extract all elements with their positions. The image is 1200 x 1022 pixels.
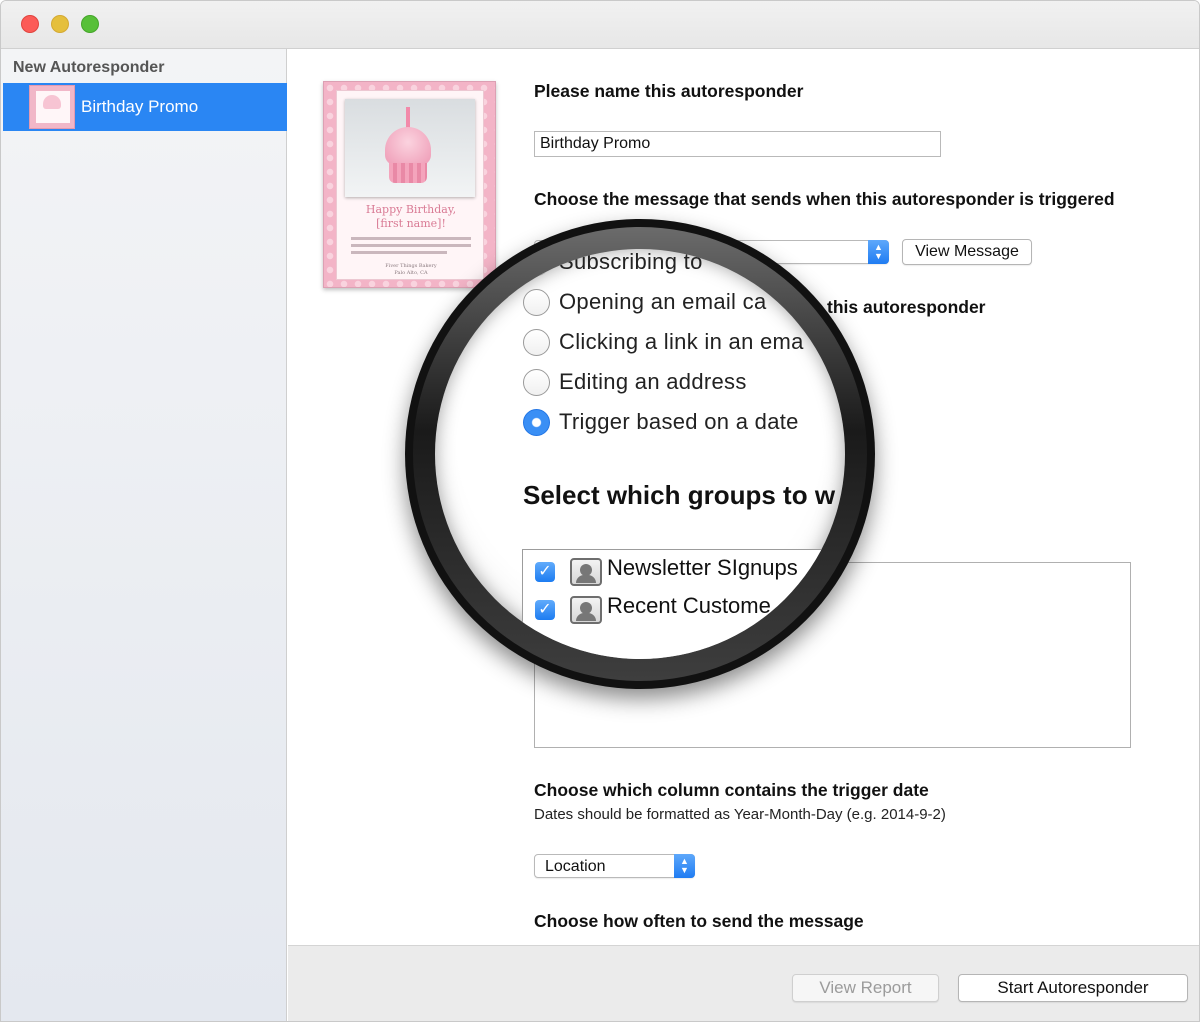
groups-heading: Select which groups to w	[523, 480, 836, 510]
message-heading: Choose the message that sends when this …	[534, 189, 1115, 209]
start-autoresponder-button[interactable]: Start Autoresponder	[958, 974, 1188, 1002]
radio-button[interactable]	[523, 369, 550, 396]
group-label-recent-customers: Recent Custome	[607, 593, 771, 618]
view-message-button[interactable]: View Message	[902, 239, 1032, 265]
autoresponder-thumbnail	[29, 85, 75, 129]
title-bar	[1, 1, 1199, 49]
close-window-button[interactable]	[21, 15, 39, 33]
group-icon	[570, 596, 602, 624]
group-label-newsletter: Newsletter SIgnups	[607, 555, 798, 580]
select-stepper-icon: ▲ ▼	[674, 854, 695, 878]
sidebar-item-birthday-promo[interactable]: Birthday Promo	[3, 83, 287, 131]
view-report-button[interactable]: View Report	[792, 974, 939, 1002]
date-column-select[interactable]: Location ▲ ▼	[534, 854, 695, 878]
sidebar-item-label: Birthday Promo	[81, 97, 199, 116]
group-checkbox-newsletter[interactable]: ✓	[535, 562, 555, 582]
preview-greeting-line2: [first name]!	[376, 217, 446, 230]
cupcake-photo	[345, 99, 475, 197]
sidebar: New Autoresponder Birthday Promo	[1, 49, 287, 1021]
minimize-window-button[interactable]	[51, 15, 69, 33]
radio-button[interactable]	[523, 289, 550, 316]
zoom-window-button[interactable]	[81, 15, 99, 33]
date-column-heading: Choose which column contains the trigger…	[534, 780, 929, 800]
group-checkbox-recent-customers[interactable]: ✓	[535, 600, 555, 620]
date-column-value: Location	[545, 858, 606, 875]
radio-button[interactable]	[523, 329, 550, 356]
preview-greeting-line1: Happy Birthday,	[365, 203, 457, 216]
date-format-hint: Dates should be formatted as Year-Month-…	[534, 806, 946, 823]
magnifier-overlay: Subscribing to Opening an email ca Click…	[405, 219, 875, 689]
autoresponder-name-field[interactable]	[534, 131, 941, 157]
app-window: New Autoresponder Birthday Promo Happy B…	[0, 0, 1200, 1022]
name-heading: Please name this autoresponder	[534, 81, 804, 101]
group-icon	[570, 558, 602, 586]
select-stepper-icon: ▲ ▼	[868, 240, 889, 264]
magnifier-lens: Subscribing to Opening an email ca Click…	[435, 249, 845, 659]
radio-button[interactable]	[523, 249, 550, 276]
sidebar-header: New Autoresponder	[13, 59, 165, 76]
radio-button-selected[interactable]	[523, 409, 550, 436]
frequency-heading: Choose how often to send the message	[534, 911, 864, 931]
trigger-heading: this autoresponder	[827, 297, 986, 317]
